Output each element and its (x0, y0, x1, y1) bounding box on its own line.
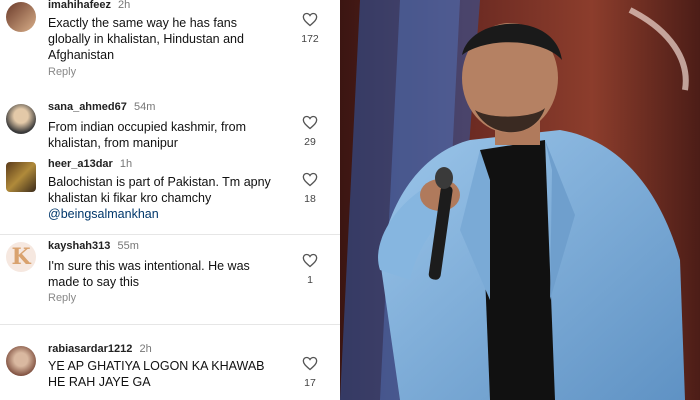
like-count: 172 (301, 33, 319, 45)
comment-username[interactable]: kayshah313 (48, 240, 110, 252)
comment-time: 54m (133, 101, 156, 113)
comment-item: K kayshah313 55m I'm sure this was inten… (0, 236, 340, 322)
like-count: 18 (304, 193, 316, 205)
heart-outline-icon (302, 356, 318, 371)
avatar[interactable] (6, 162, 36, 192)
reply-button[interactable]: Reply (48, 66, 76, 78)
speaker-illustration (340, 0, 700, 400)
comment-time: 55m (117, 240, 139, 252)
comment-item: heer_a13dar 1h Balochistan is part of Pa… (0, 154, 340, 234)
heart-outline-icon (302, 12, 318, 27)
like-button[interactable]: 1 (298, 253, 322, 286)
like-button[interactable]: 172 (298, 12, 322, 45)
like-button[interactable]: 18 (298, 172, 322, 205)
comment-meta: sana_ahmed67 54m (48, 101, 155, 113)
comment-text: Exactly the same way he has fans globall… (48, 16, 244, 62)
comment-meta: rabiasardar1212 2h (48, 343, 152, 355)
mention-link[interactable]: @beingsalmankhan (48, 207, 159, 221)
comment-item: imahihafeez 2h Exactly the same way he h… (0, 0, 340, 84)
avatar[interactable] (6, 104, 36, 134)
avatar[interactable]: K (6, 242, 36, 272)
comment-username[interactable]: imahihafeez (48, 0, 111, 11)
comments-panel: imahihafeez 2h Exactly the same way he h… (0, 0, 340, 400)
comment-item: sana_ahmed67 54m From indian occupied ka… (0, 98, 340, 154)
heart-outline-icon (302, 115, 318, 130)
comment-time: 2h (118, 0, 131, 11)
like-count: 29 (304, 136, 316, 148)
like-count: 17 (304, 377, 316, 389)
reply-button[interactable]: Reply (48, 292, 76, 304)
comment-text: From indian occupied kashmir, from khali… (48, 120, 246, 150)
heart-outline-icon (302, 172, 318, 187)
like-button[interactable]: 29 (298, 115, 322, 148)
comment-meta: imahihafeez 2h (48, 0, 130, 11)
comment-username[interactable]: heer_a13dar (48, 158, 113, 170)
comment-time: 1h (119, 158, 133, 170)
comment-username[interactable]: sana_ahmed67 (48, 101, 127, 113)
heart-outline-icon (302, 253, 318, 268)
like-button[interactable]: 17 (298, 356, 322, 389)
comment-text: YE AP GHATIYA LOGON KA KHAWAB HE RAH JAY… (48, 359, 265, 389)
divider (0, 324, 340, 325)
comment-meta: heer_a13dar 1h (48, 158, 132, 170)
comment-item: rabiasardar1212 2h YE AP GHATIYA LOGON K… (0, 338, 340, 400)
divider (0, 234, 340, 235)
comment-time: 2h (139, 343, 152, 355)
stage-photo (340, 0, 700, 400)
comment-username[interactable]: rabiasardar1212 (48, 343, 132, 355)
like-count: 1 (307, 274, 313, 286)
avatar-letter: K (11, 244, 31, 270)
avatar[interactable] (6, 346, 36, 376)
comment-text: Balochistan is part of Pakistan. Tm apny… (48, 174, 276, 222)
comment-meta: kayshah313 55m (48, 240, 139, 252)
avatar[interactable] (6, 2, 36, 32)
comment-body: Balochistan is part of Pakistan. Tm apny… (48, 175, 271, 205)
comment-text: I'm sure this was intentional. He was ma… (48, 259, 250, 289)
